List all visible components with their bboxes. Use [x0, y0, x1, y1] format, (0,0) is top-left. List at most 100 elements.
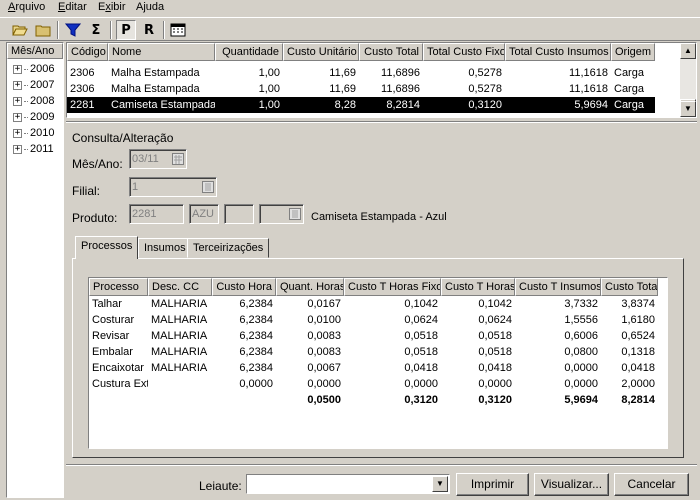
tab-processos[interactable]: Processos — [75, 236, 139, 259]
expand-icon[interactable]: + — [13, 144, 22, 154]
table-row[interactable]: 2306 Malha Estampada 1,00 11,69 11,6896 0,527… — [67, 81, 655, 97]
divider — [66, 121, 697, 123]
table-cell: 3,7332 — [564, 298, 598, 310]
column-header[interactable]: Quant. Horas — [276, 278, 344, 296]
column-header[interactable]: Processo — [89, 278, 148, 296]
column-header[interactable]: Código — [67, 43, 108, 61]
tree-item-year[interactable]: +2009 — [13, 109, 54, 125]
tree-connector — [24, 116, 28, 118]
calendar-icon[interactable] — [170, 151, 185, 167]
table-cell: 0,0418 — [621, 362, 655, 374]
column-header[interactable]: Origem — [611, 43, 655, 61]
tab-insumos[interactable]: Insumos — [138, 238, 192, 258]
table-cell: MALHARIA — [151, 362, 208, 374]
totals-row[interactable]: 0,0500 0,3120 0,3120 5,9694 8,2814 — [89, 392, 658, 408]
tree-header[interactable]: Mês/Ano — [7, 43, 63, 59]
produto-code-field[interactable]: 2281 — [129, 204, 184, 224]
table-cell: Malha Estampada — [111, 83, 200, 95]
filial-value: 1 — [132, 181, 139, 193]
produto-code-value: 2281 — [132, 208, 157, 220]
folder-icon[interactable] — [33, 20, 53, 40]
sum-icon[interactable]: Σ — [86, 20, 106, 40]
table-cell: Encaixotar — [92, 362, 144, 374]
column-header[interactable]: Custo T Insumos — [515, 278, 601, 296]
table-row[interactable]: Revisar MALHARIA 6,2384 0,0083 0,0518 0,0518 0… — [89, 328, 658, 344]
menu-ajuda[interactable]: Ajuda — [136, 1, 164, 13]
column-header[interactable]: Quantidade — [215, 43, 283, 61]
cancel-button[interactable]: Cancelar — [614, 473, 689, 496]
table-row[interactable]: Talhar MALHARIA 6,2384 0,0167 0,1042 0,1042 3,… — [89, 296, 658, 312]
column-header[interactable]: Custo T Horas Fixo — [344, 278, 441, 296]
produto-field-3[interactable] — [224, 204, 254, 224]
expand-icon[interactable]: + — [13, 96, 22, 106]
tree-item-label: 2009 — [30, 111, 55, 123]
lookup-icon[interactable] — [200, 179, 215, 195]
tree-item-year[interactable]: +2007 — [13, 77, 54, 93]
produto-color-field[interactable]: AZU — [189, 204, 219, 224]
year-tree[interactable]: Mês/Ano +2006 +2007 +2008 +2009 +2010 +2011 — [6, 42, 64, 498]
tree-item-label: 2011 — [30, 143, 54, 155]
produto-field-4[interactable] — [259, 204, 304, 224]
expand-icon[interactable]: + — [13, 64, 22, 74]
mes-ano-field[interactable]: 03/11 — [129, 149, 187, 169]
expand-icon[interactable]: + — [13, 80, 22, 90]
table-cell — [148, 376, 212, 392]
tab-terceirizacoes[interactable]: Terceirizações — [187, 238, 270, 258]
divider — [66, 464, 697, 466]
filter-icon[interactable] — [63, 20, 83, 40]
table-cell: 8,28 — [334, 99, 356, 111]
column-header[interactable]: Total Custo Fixo — [423, 43, 505, 61]
product-grid[interactable]: Código Nome Quantidade Custo Unitário Custo … — [66, 42, 697, 118]
column-header[interactable]: Custo Total — [359, 43, 423, 61]
menu-arquivo[interactable]: Arquivo — [8, 1, 45, 13]
table-row[interactable]: Costurar MALHARIA 6,2384 0,0100 0,0624 0,0624… — [89, 312, 658, 328]
table-cell: 0,6006 — [564, 330, 598, 342]
table-cell: 0,0800 — [564, 346, 598, 358]
vertical-scrollbar[interactable]: ▲ ▼ — [680, 43, 696, 117]
tree-connector — [24, 132, 28, 134]
table-cell: 1,5556 — [564, 314, 598, 326]
table-row[interactable]: Embalar MALHARIA 6,2384 0,0083 0,0518 0,0518 0… — [89, 344, 658, 360]
tree-item-year[interactable]: +2011 — [13, 141, 54, 157]
print-button[interactable]: Imprimir — [456, 473, 529, 496]
table-row[interactable]: 2281 Camiseta Estampada 1,00 8,28 8,2814 0,31… — [67, 97, 655, 113]
leiaute-select[interactable]: ▼ — [246, 474, 450, 494]
menu-editar[interactable]: Editar — [58, 1, 87, 13]
table-row[interactable]: 2306 Malha Estampada 1,00 11,69 11,6896 0,527… — [67, 65, 655, 81]
column-header[interactable]: Nome — [108, 43, 215, 61]
table-cell: 8,2814 — [621, 394, 655, 406]
table-row[interactable]: Custura Ext 0,0000 0,0000 0,0000 0,0000 0,000… — [89, 376, 658, 392]
scroll-down-icon[interactable]: ▼ — [680, 101, 696, 117]
column-header[interactable]: Total Custo Insumos — [505, 43, 611, 61]
open-folder-icon[interactable] — [10, 20, 30, 40]
preview-button[interactable]: Visualizar... — [534, 473, 609, 496]
lookup-icon[interactable] — [287, 206, 302, 222]
tree-connector — [24, 68, 28, 70]
table-row[interactable]: Encaixotar MALHARIA 6,2384 0,0067 0,0418 0,04… — [89, 360, 658, 376]
table-cell: 0,0100 — [307, 314, 341, 326]
scroll-up-icon[interactable]: ▲ — [680, 43, 696, 59]
table-cell: Revisar — [92, 330, 130, 342]
column-header[interactable]: Desc. CC — [148, 278, 212, 296]
chevron-down-icon[interactable]: ▼ — [432, 476, 448, 492]
column-header[interactable]: Custo Total — [601, 278, 658, 296]
p-icon[interactable]: P — [116, 20, 136, 40]
table-cell: 6,2384 — [239, 298, 273, 310]
filial-field[interactable]: 1 — [129, 177, 217, 197]
expand-icon[interactable]: + — [13, 128, 22, 138]
calculator-icon[interactable] — [168, 20, 188, 40]
expand-icon[interactable]: + — [13, 112, 22, 122]
tree-item-year[interactable]: +2006 — [13, 61, 54, 77]
r-icon[interactable]: R — [139, 20, 159, 40]
table-cell: 0,6524 — [621, 330, 655, 342]
tree-item-year[interactable]: +2010 — [13, 125, 54, 141]
menu-exibir[interactable]: Exibir — [98, 1, 126, 13]
tree-item-year[interactable]: +2008 — [13, 93, 54, 109]
table-cell: 0,0518 — [478, 330, 512, 342]
column-header[interactable]: Custo Unitário — [283, 43, 359, 61]
column-header[interactable]: Custo T Horas — [441, 278, 515, 296]
tree-connector — [24, 84, 28, 86]
table-cell: 0,0000 — [239, 378, 273, 390]
column-header[interactable]: Custo Hora — [212, 278, 276, 296]
process-grid[interactable]: Processo Desc. CC Custo Hora Quant. Horas Cu… — [88, 277, 668, 449]
